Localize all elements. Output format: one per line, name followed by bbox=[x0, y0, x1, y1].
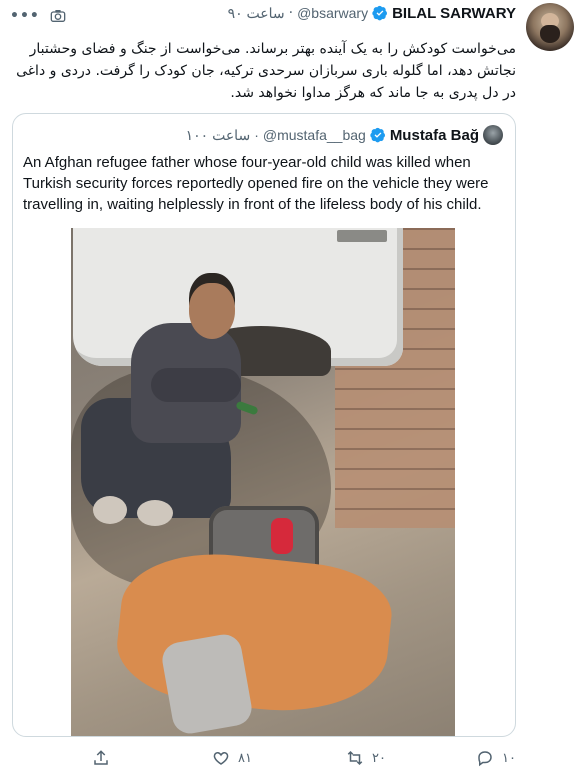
quote-text: An Afghan refugee father whose four-year… bbox=[23, 154, 489, 213]
like-button[interactable]: ۸۱ bbox=[212, 749, 252, 767]
quote-author-avatar[interactable] bbox=[483, 125, 503, 145]
quoted-tweet[interactable]: Mustafa Bağ @mustafa__bag · ۱۰۰ ساعت An … bbox=[12, 113, 516, 737]
tweet-text: می‌خواست کودکش را به یک آینده بهتر برسان… bbox=[16, 41, 516, 101]
share-icon bbox=[94, 750, 108, 765]
quote-author-name[interactable]: Mustafa Bağ bbox=[390, 127, 479, 144]
avatar-beard bbox=[540, 25, 560, 43]
tweet: BILAL SARWARY @bsarwary · ۹۰ ساعت ••• می… bbox=[0, 0, 582, 777]
tweet-header: BILAL SARWARY @bsarwary · ۹۰ ساعت bbox=[228, 3, 516, 23]
author-handle[interactable]: @bsarwary bbox=[297, 5, 368, 21]
photo-grey-cloth bbox=[159, 631, 255, 736]
photo-red-cloth bbox=[271, 518, 293, 554]
photo-man-foot-right bbox=[137, 500, 173, 526]
reply-count: ۱۰ bbox=[502, 750, 516, 766]
more-icon[interactable]: ••• bbox=[10, 9, 40, 23]
quote-author-handle[interactable]: @mustafa__bag bbox=[263, 127, 366, 143]
retweet-count: ۲۰ bbox=[372, 750, 386, 766]
photo-man-head bbox=[189, 283, 235, 339]
tweet-time[interactable]: ۹۰ ساعت bbox=[228, 5, 285, 22]
tweet-actions: ۱۰ ۲۰ ۸۱ bbox=[0, 745, 582, 775]
reply-button[interactable]: ۱۰ bbox=[476, 749, 516, 767]
photo-man-arms bbox=[151, 368, 241, 402]
separator-dot: · bbox=[288, 5, 294, 21]
share-button[interactable] bbox=[92, 749, 110, 767]
quote-photo[interactable] bbox=[71, 228, 455, 736]
photo-van-window bbox=[337, 230, 387, 242]
verified-icon bbox=[372, 5, 388, 21]
separator-dot: · bbox=[254, 127, 259, 143]
author-name[interactable]: BILAL SARWARY bbox=[392, 5, 516, 22]
reply-icon bbox=[478, 751, 492, 767]
camera-icon[interactable] bbox=[50, 9, 66, 23]
tweet-menu: ••• bbox=[10, 9, 66, 23]
like-count: ۸۱ bbox=[238, 750, 252, 766]
author-avatar[interactable] bbox=[526, 3, 574, 51]
quote-time[interactable]: ۱۰۰ ساعت bbox=[186, 127, 251, 144]
retweet-button[interactable]: ۲۰ bbox=[346, 749, 386, 767]
verified-icon bbox=[370, 127, 385, 143]
photo-man-foot-left bbox=[93, 496, 127, 524]
quote-header: Mustafa Bağ @mustafa__bag · ۱۰۰ ساعت bbox=[186, 125, 503, 145]
retweet-icon bbox=[347, 750, 363, 766]
like-icon bbox=[213, 751, 229, 765]
